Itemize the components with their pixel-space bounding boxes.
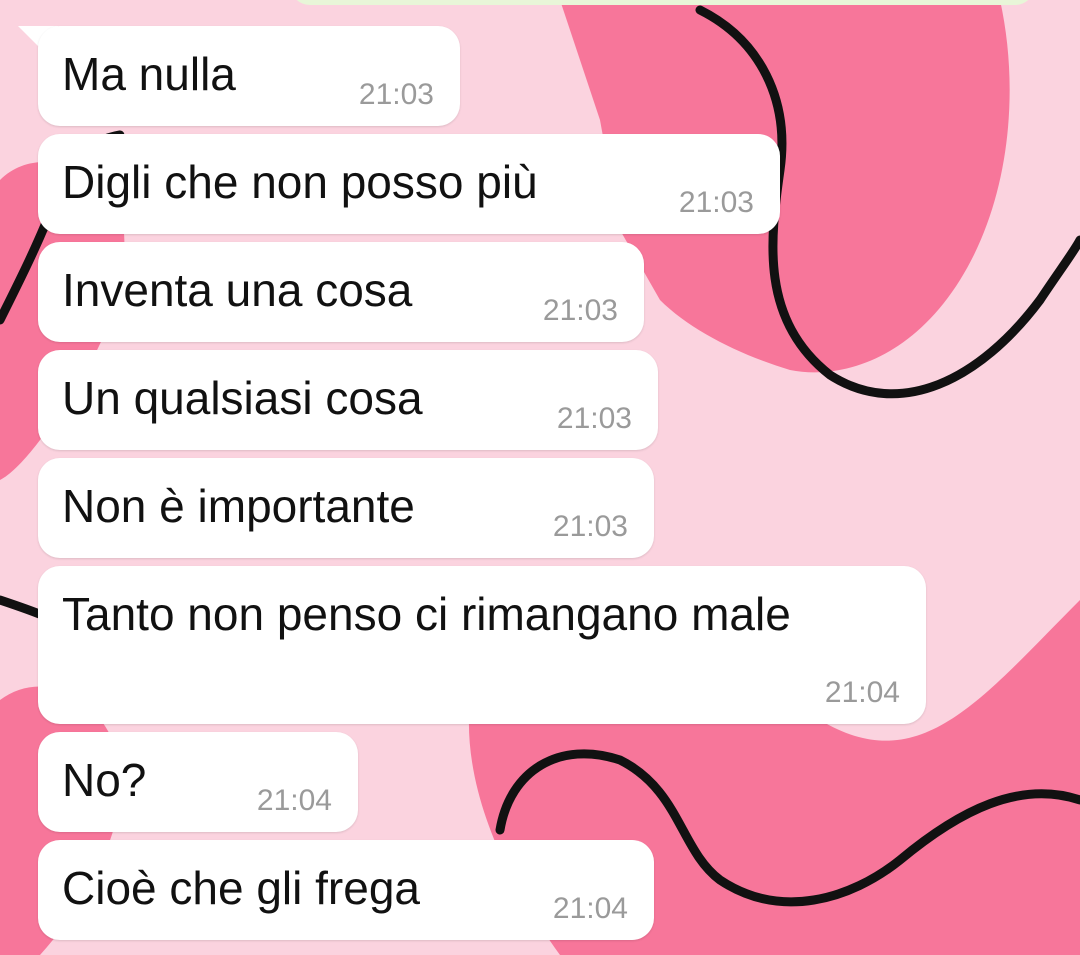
message-text: Un qualsiasi cosa [62, 372, 423, 424]
sent-message-edge [290, 0, 1035, 5]
message-bubble[interactable]: Non è importante 21:03 [38, 458, 654, 558]
message-text: Digli che non posso più [62, 156, 538, 208]
message-timestamp: 21:03 [678, 186, 754, 219]
message-text: No? [62, 754, 147, 806]
message-bubble[interactable]: Cioè che gli frega 21:04 [38, 840, 654, 940]
message-bubble[interactable]: Digli che non posso più 21:03 [38, 134, 780, 234]
message-timestamp: 21:04 [552, 892, 628, 925]
message-timestamp: 21:03 [552, 510, 628, 543]
message-timestamp: 21:03 [556, 402, 632, 435]
message-text: Ma nulla [62, 48, 236, 100]
message-timestamp: 21:03 [358, 78, 434, 111]
message-bubble[interactable]: Tanto non penso ci rimangano male 21:04 [38, 566, 926, 724]
message-timestamp: 21:04 [256, 784, 332, 817]
message-text: Cioè che gli frega [62, 862, 420, 914]
message-bubble[interactable]: Un qualsiasi cosa 21:03 [38, 350, 658, 450]
message-text: Non è importante [62, 480, 415, 532]
message-text: Inventa una cosa [62, 264, 413, 316]
message-text: Tanto non penso ci rimangano male [62, 588, 791, 640]
message-bubble[interactable]: No? 21:04 [38, 732, 358, 832]
message-timestamp: 21:04 [824, 676, 900, 709]
message-bubble[interactable]: Inventa una cosa 21:03 [38, 242, 644, 342]
message-timestamp: 21:03 [542, 294, 618, 327]
message-bubble[interactable]: Ma nulla 21:03 [38, 26, 460, 126]
